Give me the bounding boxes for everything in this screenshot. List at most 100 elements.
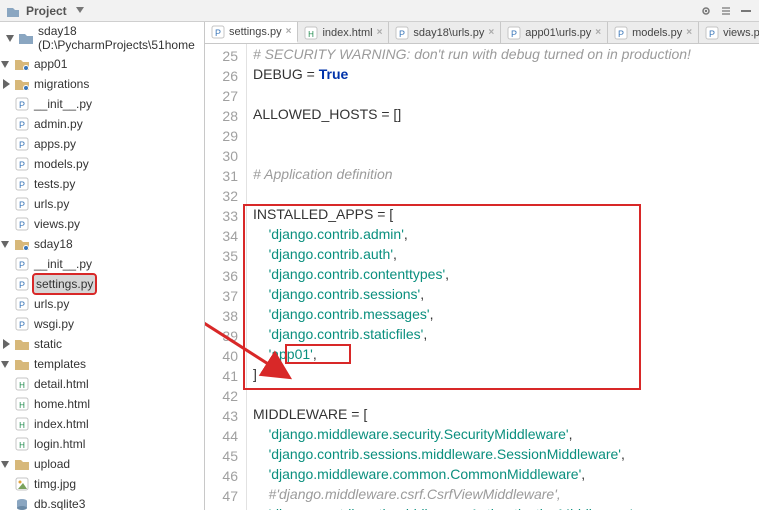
- dropdown-icon[interactable]: [73, 4, 87, 18]
- collapse-icon[interactable]: [719, 4, 733, 18]
- svg-text:P: P: [19, 220, 25, 230]
- svg-text:P: P: [19, 140, 25, 150]
- svg-text:H: H: [19, 381, 25, 390]
- gear-icon[interactable]: [699, 4, 713, 18]
- line-number: 32: [207, 186, 238, 206]
- expand-icon[interactable]: [0, 78, 12, 90]
- db-icon: [14, 496, 30, 510]
- tree-item-label: login.html: [34, 435, 85, 453]
- svg-text:P: P: [511, 29, 517, 39]
- py-icon: P: [14, 96, 30, 112]
- code-line-29[interactable]: [253, 126, 759, 146]
- tree-item-home-html[interactable]: Hhome.html: [0, 394, 204, 414]
- expand-icon: [0, 498, 12, 510]
- editor-tab-app01-urls-py[interactable]: Papp01\urls.py×: [501, 22, 608, 43]
- tree-item-apps-py[interactable]: Papps.py: [0, 134, 204, 154]
- tree-item-views-py[interactable]: Pviews.py: [0, 214, 204, 234]
- tree-item-label: settings.py: [34, 275, 95, 293]
- tree-item-templates[interactable]: templates: [0, 354, 204, 374]
- expand-icon[interactable]: [0, 58, 12, 70]
- tree-item-app01[interactable]: app01: [0, 54, 204, 74]
- line-number: 31: [207, 166, 238, 186]
- tree-item-login-html[interactable]: Hlogin.html: [0, 434, 204, 454]
- close-icon[interactable]: ×: [686, 27, 692, 38]
- code-line-30[interactable]: [253, 146, 759, 166]
- tree-item-db-sqlite3[interactable]: db.sqlite3: [0, 494, 204, 510]
- tree-item-label: __init__.py: [34, 95, 92, 113]
- code-line-26[interactable]: DEBUG = True: [253, 66, 759, 86]
- svg-text:P: P: [215, 28, 221, 38]
- code-line-48[interactable]: 'django.contrib.auth.middleware.Authenti…: [253, 506, 759, 510]
- editor-tab-index-html[interactable]: Hindex.html×: [298, 22, 389, 43]
- py-icon: P: [14, 316, 30, 332]
- line-number: 28: [207, 106, 238, 126]
- code-line-25[interactable]: # SECURITY WARNING: don't run with debug…: [253, 46, 759, 66]
- tree-item-admin-py[interactable]: Padmin.py: [0, 114, 204, 134]
- tree-item-label: urls.py: [34, 295, 69, 313]
- expand-icon: [0, 478, 12, 490]
- close-icon[interactable]: ×: [377, 27, 383, 38]
- tree-item-urls-py[interactable]: Purls.py: [0, 294, 204, 314]
- tree-item-sday18[interactable]: sday18: [0, 234, 204, 254]
- expand-icon: [0, 378, 12, 390]
- editor-tab-views-py[interactable]: Pviews.py×: [699, 22, 759, 43]
- tree-item-label: __init__.py: [34, 255, 92, 273]
- code-line-46[interactable]: 'django.middleware.common.CommonMiddlewa…: [253, 466, 759, 486]
- tree-item-timg-jpg[interactable]: timg.jpg: [0, 474, 204, 494]
- py-icon: P: [14, 216, 30, 232]
- line-number: 37: [207, 286, 238, 306]
- editor-tab-sday18-urls-py[interactable]: Psday18\urls.py×: [389, 22, 501, 43]
- code-line-32[interactable]: [253, 186, 759, 206]
- hide-icon[interactable]: [739, 4, 753, 18]
- close-icon[interactable]: ×: [595, 27, 601, 38]
- svg-text:P: P: [19, 280, 25, 290]
- svg-text:P: P: [19, 320, 25, 330]
- tree-item-wsgi-py[interactable]: Pwsgi.py: [0, 314, 204, 334]
- tree-item-label: sday18: [34, 235, 73, 253]
- expand-icon[interactable]: [0, 458, 12, 470]
- editor-tab-label: views.py: [723, 27, 759, 39]
- tree-item-settings-py[interactable]: Psettings.py: [0, 274, 204, 294]
- close-icon[interactable]: ×: [488, 27, 494, 38]
- tree-item-label: timg.jpg: [34, 475, 76, 493]
- py-icon: P: [507, 26, 521, 40]
- expand-icon[interactable]: [0, 358, 12, 370]
- expand-icon[interactable]: [6, 32, 16, 44]
- tree-item-index-html[interactable]: Hindex.html: [0, 414, 204, 434]
- line-number: 38: [207, 306, 238, 326]
- code-line-45[interactable]: 'django.contrib.sessions.middleware.Sess…: [253, 446, 759, 466]
- code-content[interactable]: # SECURITY WARNING: don't run with debug…: [247, 44, 759, 510]
- editor-tab-label: index.html: [322, 27, 372, 39]
- line-number: 25: [207, 46, 238, 66]
- close-icon[interactable]: ×: [286, 26, 292, 37]
- expand-icon[interactable]: [0, 338, 12, 350]
- tree-item-models-py[interactable]: Pmodels.py: [0, 154, 204, 174]
- tree-item-label: static: [34, 335, 62, 353]
- tree-item-tests-py[interactable]: Ptests.py: [0, 174, 204, 194]
- tree-item-upload[interactable]: upload: [0, 454, 204, 474]
- editor-area: Psettings.py×Hindex.html×Psday18\urls.py…: [205, 22, 759, 510]
- code-line-47[interactable]: #'django.middleware.csrf.CsrfViewMiddlew…: [253, 486, 759, 506]
- expand-icon: [0, 98, 12, 110]
- code-line-31[interactable]: # Application definition: [253, 166, 759, 186]
- svg-text:H: H: [19, 421, 25, 430]
- line-number: 33: [207, 206, 238, 226]
- tree-item--init-py[interactable]: P__init__.py: [0, 254, 204, 274]
- tree-item-migrations[interactable]: migrations: [0, 74, 204, 94]
- tree-item-urls-py[interactable]: Purls.py: [0, 194, 204, 214]
- editor-tab-settings-py[interactable]: Psettings.py×: [205, 22, 298, 43]
- tree-item--init-py[interactable]: P__init__.py: [0, 94, 204, 114]
- tree-item-detail-html[interactable]: Hdetail.html: [0, 374, 204, 394]
- code-line-44[interactable]: 'django.middleware.security.SecurityMidd…: [253, 426, 759, 446]
- expand-icon[interactable]: [0, 238, 12, 250]
- tree-item-static[interactable]: static: [0, 334, 204, 354]
- py-icon: P: [14, 296, 30, 312]
- editor-tab-models-py[interactable]: Pmodels.py×: [608, 22, 699, 43]
- project-root-node[interactable]: sday18 (D:\PycharmProjects\51home: [0, 22, 204, 54]
- code-line-28[interactable]: ALLOWED_HOSTS = []: [253, 106, 759, 126]
- svg-text:P: P: [618, 29, 624, 39]
- project-tree[interactable]: app01migrationsP__init__.pyPadmin.pyPapp…: [0, 54, 204, 510]
- code-line-43[interactable]: MIDDLEWARE = [: [253, 406, 759, 426]
- line-number: 40: [207, 346, 238, 366]
- code-line-27[interactable]: [253, 86, 759, 106]
